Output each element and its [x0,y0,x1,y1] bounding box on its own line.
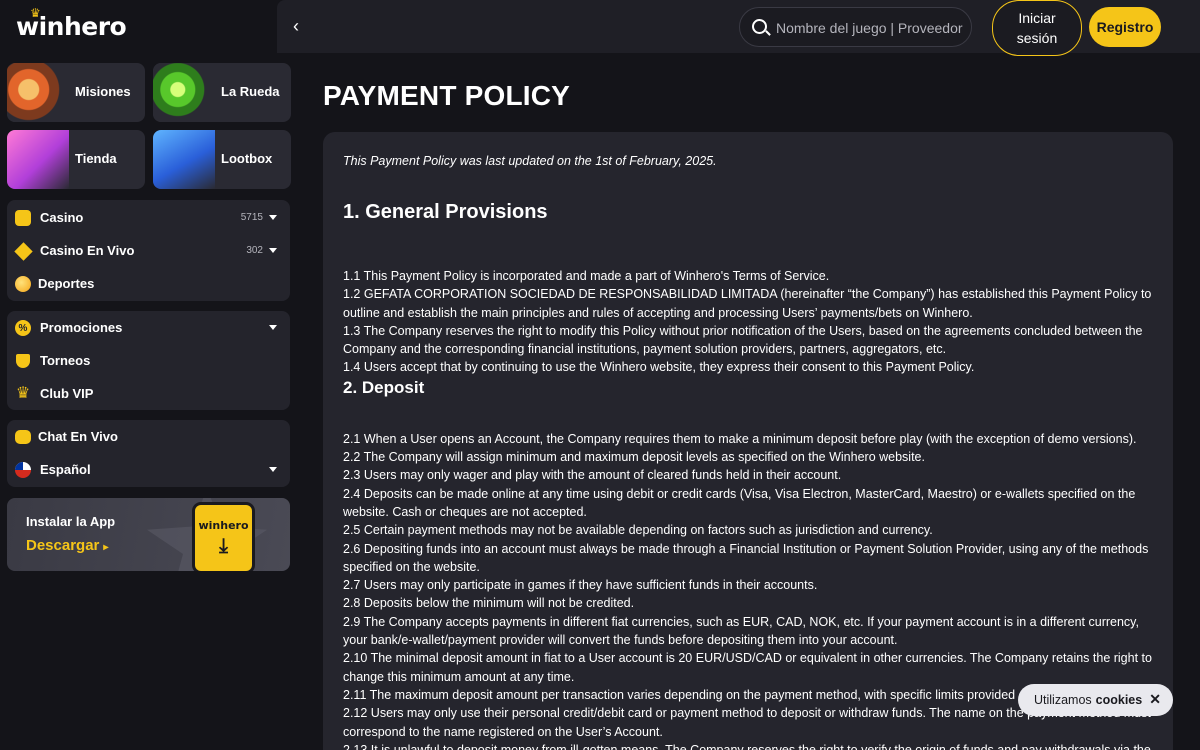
register-button[interactable]: Registro [1089,7,1161,47]
percent-tag-icon: % [14,319,32,337]
nav-group-support: Chat En Vivo Español [7,420,290,487]
ball-icon [14,275,32,293]
game-count: 302 [246,245,263,256]
search-input[interactable] [776,17,966,39]
chevron-right-icon: ▸ [103,542,109,553]
tile-label: Tienda [75,151,117,166]
crown-icon: ♛ [15,385,31,402]
search-box [739,7,972,47]
policy-clause: 2.3 Users may only wager and play with t… [343,468,842,483]
policy-clause: 1.4 Users accept that by continuing to u… [343,360,975,375]
tile-label: Misiones [75,84,131,99]
install-app-title: Instalar la App [26,514,116,529]
policy-clause: 2.9 The Company accepts payments in diff… [343,614,1139,648]
back-icon[interactable]: ‹ [285,14,307,38]
chevron-down-icon[interactable] [269,248,277,253]
last-updated-note: This Payment Policy was last updated on … [343,154,717,168]
policy-clause: 2.2 The Company will assign minimum and … [343,450,925,465]
download-icon: ⤓ [219,535,228,557]
policy-clause: 2.8 Deposits below the minimum will not … [343,596,635,611]
cookie-link[interactable]: cookies [1096,693,1143,707]
chevron-down-icon[interactable] [269,467,277,472]
policy-clause: 1.3 The Company reserves the right to mo… [343,323,1143,357]
search-icon [752,19,767,34]
chevron-down-icon[interactable] [269,215,277,220]
page-title: PAYMENT POLICY [323,80,571,111]
shop-icon [7,130,69,189]
sidebar-item-chat-en-vivo[interactable]: Chat En Vivo [7,420,290,453]
chest-icon [153,130,215,189]
language-selector[interactable]: Español [7,453,290,486]
close-icon[interactable]: ✕ [1149,691,1161,708]
policy-content: This Payment Policy was last updated on … [323,132,1173,750]
winhero-logo[interactable]: ♛ winhero [16,6,127,41]
policy-clause: 2.4 Deposits can be made online at any t… [343,486,1136,519]
sidebar-item-casino[interactable]: Casino 5715 [7,201,290,234]
crown-icon: ♛ [30,6,41,20]
sidebar-item-club-vip[interactable]: ♛ Club VIP [7,377,290,410]
policy-clause: 1.1 This Payment Policy is incorporated … [343,269,830,283]
target-icon [7,63,69,122]
tile-tienda[interactable]: Tienda [7,130,145,189]
policy-clause: 2.6 Depositing funds into an account mus… [343,541,1149,574]
policy-clause: 2.1 When a User opens an Account, the Co… [343,431,1137,446]
top-bar: ‹ Iniciar sesión Registro [277,0,1200,56]
policy-clause: 2.5 Certain payment methods may not be a… [343,523,933,538]
sidebar-item-torneos[interactable]: Torneos [7,344,290,377]
game-count: 5715 [240,212,263,223]
tile-label: La Rueda [221,84,280,99]
section-body: 1.1 This Payment Policy is incorporated … [343,267,1153,377]
dice-icon [14,209,32,227]
chat-icon [14,428,32,446]
policy-clause: 2.13 It is unlawful to deposit money fro… [343,742,1151,750]
section-title: 1. General Provisions [343,201,548,223]
phone-icon: winhero ⤓ [192,502,255,571]
sidebar: ♛ winhero Misiones La Rueda Tienda Lootb… [0,0,298,750]
phone-brand: winhero [198,519,249,532]
policy-clause: 2.10 The minimal deposit amount in fiat … [343,651,1152,684]
tile-la-rueda[interactable]: La Rueda [153,63,291,122]
cookie-text: Utilizamos [1034,693,1092,707]
sidebar-item-casino-en-vivo[interactable]: Casino En Vivo 302 [7,234,290,267]
chevron-down-icon[interactable] [269,325,277,330]
sidebar-item-deportes[interactable]: Deportes [7,267,290,300]
policy-clause: 2.7 Users may only participate in games … [343,578,818,593]
install-app-banner[interactable]: Instalar la App Descargar ▸ winhero ⤓ [7,498,290,571]
tile-label: Lootbox [221,151,273,166]
nav-group-games: Casino 5715 Casino En Vivo 302 Deportes [7,200,290,301]
tile-misiones[interactable]: Misiones [7,63,145,122]
policy-clause: 1.2 GEFATA CORPORATION SOCIEDAD DE RESPO… [343,287,1152,320]
nav-group-promos: % Promociones Torneos ♛ Club VIP [7,311,290,410]
sidebar-item-promociones[interactable]: % Promociones [7,311,290,344]
cookie-banner: Utilizamos cookies ✕ [1018,684,1173,716]
download-link[interactable]: Descargar ▸ [26,537,108,554]
trophy-icon [14,352,32,370]
tile-lootbox[interactable]: Lootbox [153,130,291,189]
login-button[interactable]: Iniciar sesión [992,0,1082,56]
diamond-icon [13,241,33,261]
section-title: 2. Deposit [343,377,425,397]
chile-flag-icon [14,461,32,479]
wheel-icon [153,63,215,122]
